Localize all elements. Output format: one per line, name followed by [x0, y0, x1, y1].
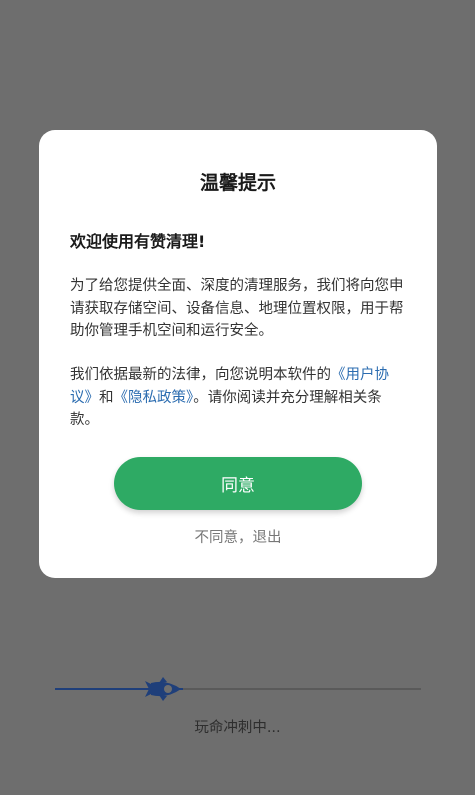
privacy-policy-link[interactable]: 《隐私政策》 [114, 390, 194, 406]
policy-text-prefix: 我们依据最新的法律，向您说明本软件的 [70, 367, 331, 383]
loading-text: 玩命冲刺中... [194, 720, 281, 736]
dialog-title: 温馨提示 [199, 172, 276, 194]
permission-paragraph: 为了给您提供全面、深度的清理服务，我们将向您申请获取存储空间、设备信息、地理位置… [70, 278, 404, 339]
privacy-dialog: 温馨提示 欢迎使用有赞清理! 为了给您提供全面、深度的清理服务，我们将向您申请获… [39, 130, 437, 578]
disagree-exit-button[interactable]: 不同意，退出 [39, 526, 437, 547]
welcome-heading: 欢迎使用有赞清理! [70, 232, 206, 251]
rocket-icon [145, 677, 181, 701]
policy-paragraph: 我们依据最新的法律，向您说明本软件的《用户协议》和《隐私政策》。请你阅读并充分理… [70, 364, 410, 432]
loading-progress-bar [55, 688, 421, 690]
policy-text-and: 和 [99, 389, 114, 406]
agree-button[interactable]: 同意 [114, 457, 362, 510]
